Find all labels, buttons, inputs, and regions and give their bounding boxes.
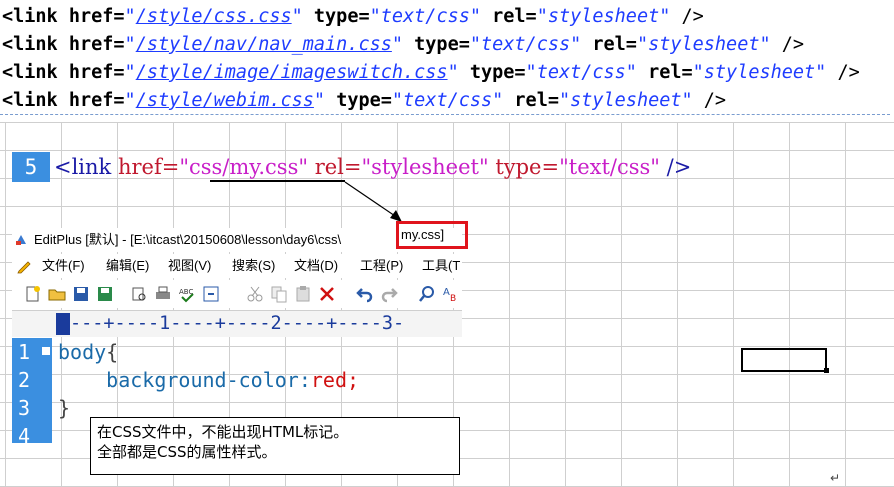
editor-code[interactable]: body{ background-color:red; } xyxy=(58,338,359,422)
menu-bar: 文件(F) 编辑(E) 视图(V) 搜索(S) 文档(D) 工程(P) 工具(T xyxy=(12,254,462,278)
menu-project[interactable]: 工程(P) xyxy=(360,254,403,278)
ruler: ---+----1----+----2----+----3- xyxy=(12,310,462,337)
save-all-icon[interactable] xyxy=(96,285,114,303)
line-number: 4 xyxy=(18,424,31,448)
line-number-gutter: 1 2 3 4 xyxy=(12,338,52,448)
paste-icon[interactable] xyxy=(294,285,312,303)
toolbar: ABC AB xyxy=(12,280,462,308)
print-icon[interactable] xyxy=(154,285,172,303)
undo-icon[interactable] xyxy=(356,285,374,303)
svg-text:B: B xyxy=(450,294,456,303)
copy-icon[interactable] xyxy=(270,285,288,303)
annotation-note: 在CSS文件中，不能出现HTML标记。 全部都是CSS的属性样式。 xyxy=(90,417,460,475)
menu-view[interactable]: 视图(V) xyxy=(168,254,211,278)
editplus-app-icon xyxy=(14,233,28,247)
selected-cell[interactable] xyxy=(741,348,827,372)
menu-file[interactable]: 文件(F) xyxy=(42,254,85,278)
cut-icon[interactable] xyxy=(246,285,264,303)
filename-highlight: my.css] xyxy=(396,221,468,249)
pen-icon xyxy=(17,261,31,274)
open-folder-icon[interactable] xyxy=(48,285,66,303)
find-icon[interactable] xyxy=(418,285,436,303)
save-icon[interactable] xyxy=(72,285,90,303)
paragraph-mark-icon: ↵ xyxy=(830,471,841,485)
fill-handle[interactable] xyxy=(824,368,829,373)
line-number: 2 xyxy=(18,368,31,392)
menu-search[interactable]: 搜索(S) xyxy=(232,254,275,278)
title-bar: EditPlus [默认] - [E:\itcast\20150608\less… xyxy=(12,228,462,252)
spellcheck-icon[interactable]: ABC xyxy=(178,285,196,303)
ruler-cursor xyxy=(56,313,70,335)
delete-icon[interactable] xyxy=(318,285,336,303)
line-number: 1 xyxy=(18,340,31,364)
print-preview-icon[interactable] xyxy=(130,285,148,303)
replace-icon[interactable]: AB xyxy=(442,285,460,303)
new-file-icon[interactable] xyxy=(24,285,42,303)
line-number: 3 xyxy=(18,396,31,420)
redo-icon[interactable] xyxy=(380,285,398,303)
fold-marker-icon[interactable] xyxy=(42,347,50,355)
menu-tools[interactable]: 工具(T xyxy=(422,254,460,278)
menu-edit[interactable]: 编辑(E) xyxy=(106,254,149,278)
browser-icon[interactable] xyxy=(202,285,220,303)
menu-document[interactable]: 文档(D) xyxy=(294,254,338,278)
svg-text:A: A xyxy=(443,287,450,298)
